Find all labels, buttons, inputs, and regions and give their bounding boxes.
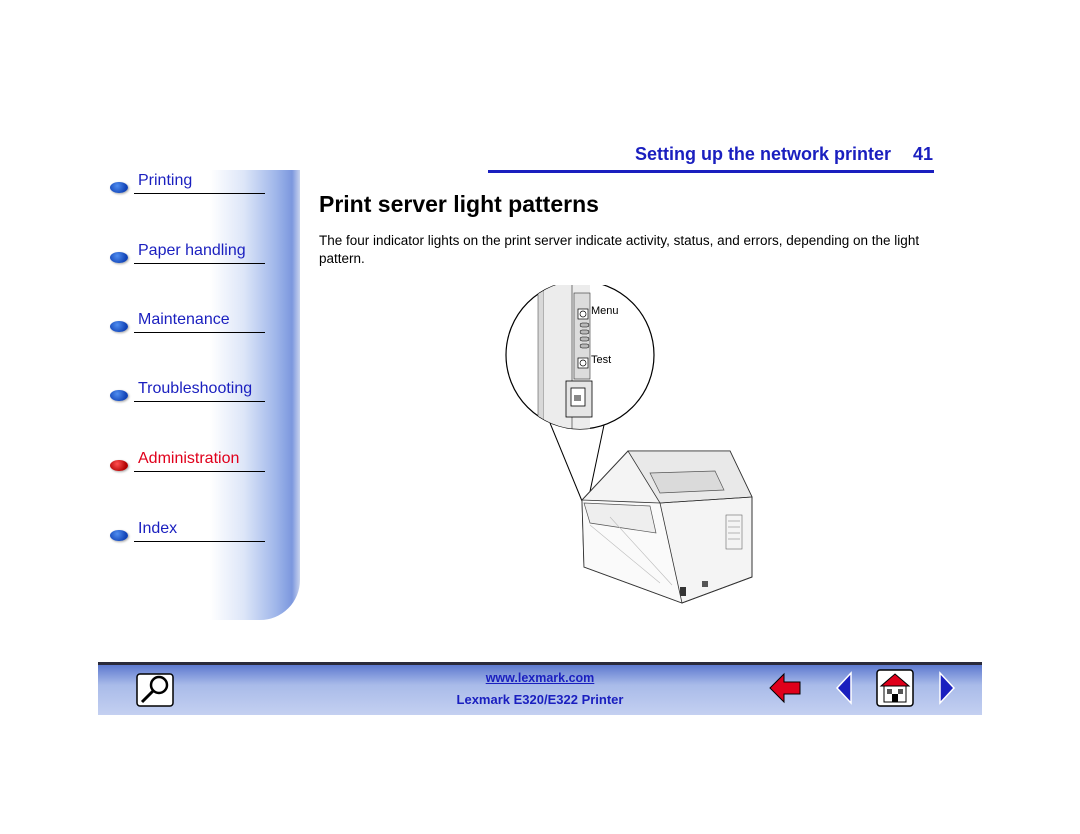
print-server-illustration: Menu Test: [505, 280, 753, 604]
nav-label-paper-handling: Paper handling: [138, 242, 246, 259]
nav-underline: [134, 263, 265, 264]
previous-page-button[interactable]: [833, 671, 855, 710]
nav-bullet-icon: [110, 182, 128, 193]
page-number: 41: [912, 144, 933, 164]
section-header: Setting up the network printer 41: [500, 144, 933, 165]
nav-underline: [134, 193, 265, 194]
nav-label-index: Index: [138, 520, 178, 537]
section-title: Setting up the network printer: [634, 144, 891, 164]
next-page-button[interactable]: [936, 671, 958, 710]
home-button[interactable]: [876, 669, 914, 712]
nav-label-troubleshooting: Troubleshooting: [138, 380, 253, 397]
nav-bullet-icon: [110, 252, 128, 263]
nav-label-printing: Printing: [138, 172, 193, 189]
nav-underline: [134, 332, 265, 333]
printer-drawing: [581, 450, 753, 604]
nav-bullet-icon: [110, 530, 128, 541]
back-arrow-icon: [769, 672, 801, 704]
previous-page-icon: [835, 671, 852, 705]
home-icon: [876, 669, 914, 707]
nav-bullet-icon: [110, 390, 128, 401]
nav-item-administration[interactable]: Administration: [110, 450, 265, 476]
back-button[interactable]: [768, 671, 802, 710]
body-paragraph: The four indicator lights on the print s…: [319, 233, 920, 266]
test-label: Test: [591, 354, 611, 366]
nav-item-troubleshooting[interactable]: Troubleshooting: [110, 380, 265, 406]
nav-bullet-active-icon: [110, 460, 128, 471]
header-rule: [488, 170, 934, 173]
footer-bar: www.lexmark.com Lexmark E320/E322 Printe…: [98, 662, 982, 715]
next-page-icon: [939, 671, 956, 705]
nav-underline: [134, 541, 265, 542]
nav-label-administration: Administration: [138, 450, 240, 467]
nav-underline: [134, 401, 265, 402]
menu-label: Menu: [591, 305, 619, 317]
nav-item-index[interactable]: Index: [110, 520, 265, 546]
nav-item-paper-handling[interactable]: Paper handling: [110, 242, 265, 268]
nav-item-printing[interactable]: Printing: [110, 172, 265, 198]
page-title: Print server light patterns: [319, 191, 599, 217]
nav-bullet-icon: [110, 321, 128, 332]
nav-underline: [134, 471, 265, 472]
print-server-figure: Menu Test: [500, 280, 770, 610]
nav-label-maintenance: Maintenance: [138, 311, 230, 328]
nav-item-maintenance[interactable]: Maintenance: [110, 311, 265, 337]
